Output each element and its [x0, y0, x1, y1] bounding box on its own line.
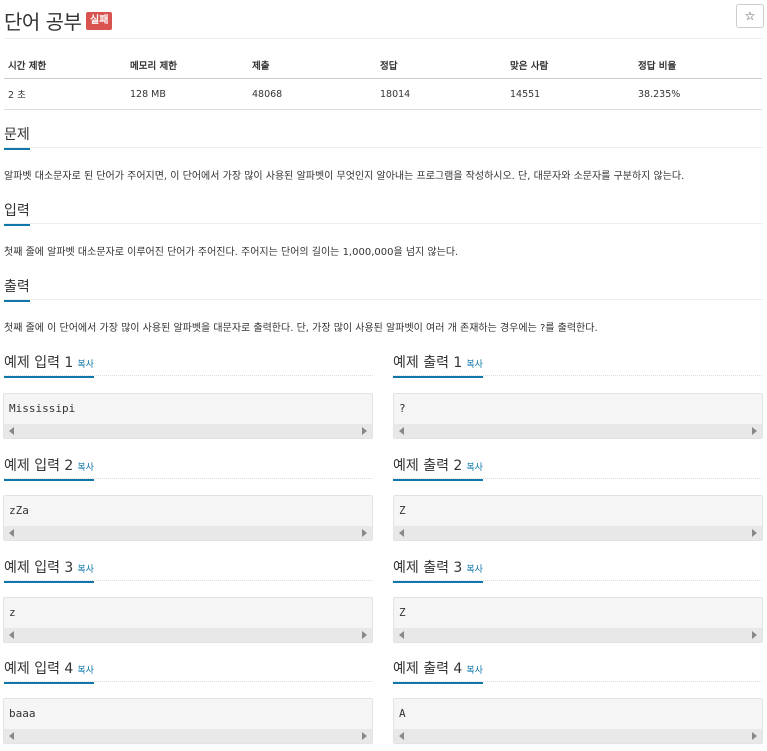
col-memory-limit: 메모리 제한 — [126, 52, 248, 79]
scroll-right-icon[interactable] — [362, 427, 367, 435]
sample-input-2-code: zZa — [9, 504, 29, 517]
col-accepted: 정답 — [376, 52, 506, 79]
page-title: 단어 공부 — [4, 10, 82, 34]
sample-output-3-box[interactable]: Z — [393, 597, 763, 643]
scroll-left-icon[interactable] — [399, 529, 404, 537]
sample-input-1-code: Mississipi — [9, 402, 76, 415]
col-accept-ratio: 정답 비율 — [634, 52, 762, 79]
sample-output-1-box[interactable]: ? — [393, 393, 763, 439]
scroll-right-icon[interactable] — [362, 529, 367, 537]
copy-sample-output-4-button[interactable]: 복사 — [466, 666, 483, 676]
sample-input-3-code: z — [9, 606, 16, 619]
memory-limit-value: 128 MB — [126, 78, 248, 110]
sample-input-3-divider — [4, 580, 373, 581]
sample-input-4-divider — [4, 681, 373, 682]
copy-sample-input-1-button[interactable]: 복사 — [77, 360, 94, 370]
sample-output-4-divider — [393, 681, 762, 682]
scroll-left-icon[interactable] — [9, 427, 14, 435]
submissions-value: 48068 — [248, 78, 376, 110]
input-section-divider — [4, 223, 763, 224]
sample-input-1-box[interactable]: Mississipi — [3, 393, 373, 439]
col-submissions: 제출 — [248, 52, 376, 79]
sample-input-1-divider — [4, 375, 373, 376]
problem-description: 알파벳 대소문자로 된 단어가 주어지면, 이 단어에서 가장 많이 사용된 알… — [4, 171, 685, 182]
copy-sample-output-1-button[interactable]: 복사 — [466, 360, 483, 370]
sample-input-4-box[interactable]: baaa — [3, 698, 373, 744]
sample-input-3-box[interactable]: z — [3, 597, 373, 643]
scroll-right-icon[interactable] — [752, 631, 757, 639]
copy-sample-input-2-button[interactable]: 복사 — [77, 463, 94, 473]
scroll-right-icon[interactable] — [362, 732, 367, 740]
scroll-left-icon[interactable] — [399, 732, 404, 740]
output-description: 첫째 줄에 이 단어에서 가장 많이 사용된 알파벳을 대문자로 출력한다. 단… — [4, 323, 598, 334]
star-button[interactable]: ☆ — [736, 4, 764, 28]
scroll-right-icon[interactable] — [362, 631, 367, 639]
sample-output-1-divider — [393, 375, 762, 376]
sample-input-2-scrollbar[interactable] — [4, 526, 372, 540]
scroll-right-icon[interactable] — [752, 732, 757, 740]
sample-output-3-code: Z — [399, 606, 406, 619]
problem-info-table: 시간 제한 메모리 제한 제출 정답 맞은 사람 정답 비율 2 초 128 M… — [4, 52, 762, 110]
time-limit-value: 2 초 — [4, 78, 126, 110]
sample-input-1-scrollbar[interactable] — [4, 424, 372, 438]
sample-output-3-scrollbar[interactable] — [394, 628, 762, 642]
copy-sample-input-3-button[interactable]: 복사 — [77, 565, 94, 575]
sample-output-2-code: Z — [399, 504, 406, 517]
sample-output-2-box[interactable]: Z — [393, 495, 763, 541]
solved-users-value: 14551 — [506, 78, 634, 110]
problem-header: 단어 공부 실패 ☆ — [4, 4, 764, 40]
sample-output-1-scrollbar[interactable] — [394, 424, 762, 438]
sample-output-1-code: ? — [399, 402, 406, 415]
copy-sample-input-4-button[interactable]: 복사 — [77, 666, 94, 676]
star-icon: ☆ — [744, 9, 756, 23]
accept-ratio-value: 38.235% — [634, 78, 762, 110]
scroll-right-icon[interactable] — [752, 529, 757, 537]
sample-output-4-code: A — [399, 707, 406, 720]
header-divider — [4, 38, 763, 39]
copy-sample-output-2-button[interactable]: 복사 — [466, 463, 483, 473]
sample-output-4-box[interactable]: A — [393, 698, 763, 744]
sample-input-4-code: baaa — [9, 707, 36, 720]
sample-input-2-box[interactable]: zZa — [3, 495, 373, 541]
status-badge: 실패 — [86, 12, 113, 30]
sample-output-2-divider — [393, 478, 762, 479]
scroll-left-icon[interactable] — [9, 631, 14, 639]
problem-section-divider — [4, 147, 763, 148]
accepted-value: 18014 — [376, 78, 506, 110]
col-solved-users: 맞은 사람 — [506, 52, 634, 79]
info-value-row: 2 초 128 MB 48068 18014 14551 38.235% — [4, 78, 762, 110]
sample-output-4-scrollbar[interactable] — [394, 729, 762, 743]
sample-input-2-divider — [4, 478, 373, 479]
scroll-left-icon[interactable] — [399, 427, 404, 435]
scroll-left-icon[interactable] — [9, 529, 14, 537]
sample-input-3-scrollbar[interactable] — [4, 628, 372, 642]
input-description: 첫째 줄에 알파벳 대소문자로 이루어진 단어가 주어진다. 주어지는 단어의 … — [4, 247, 459, 258]
info-header-row: 시간 제한 메모리 제한 제출 정답 맞은 사람 정답 비율 — [4, 52, 762, 79]
copy-sample-output-3-button[interactable]: 복사 — [466, 565, 483, 575]
scroll-right-icon[interactable] — [752, 427, 757, 435]
scroll-left-icon[interactable] — [9, 732, 14, 740]
output-section-divider — [4, 299, 763, 300]
sample-output-3-divider — [393, 580, 762, 581]
sample-input-4-scrollbar[interactable] — [4, 729, 372, 743]
sample-output-2-scrollbar[interactable] — [394, 526, 762, 540]
col-time-limit: 시간 제한 — [4, 52, 126, 79]
scroll-left-icon[interactable] — [399, 631, 404, 639]
